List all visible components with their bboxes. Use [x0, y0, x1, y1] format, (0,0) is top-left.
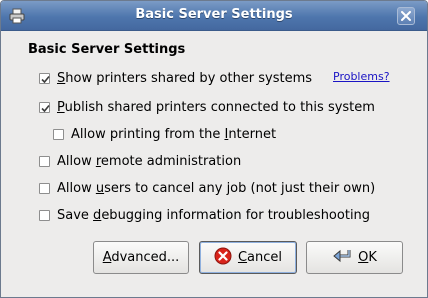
- checkbox-label-publish-printers: Publish shared printers connected to thi…: [57, 99, 375, 115]
- checkbox-users-cancel[interactable]: [39, 182, 50, 194]
- cancel-icon: [214, 247, 232, 269]
- checkbox-row-debugging[interactable]: Save debugging information for troublesh…: [39, 206, 370, 224]
- checkbox-row-users-cancel[interactable]: Allow users to cancel any job (not just …: [39, 179, 375, 197]
- checkbox-row-remote-admin[interactable]: Allow remote administration: [39, 152, 241, 170]
- checkbox-publish-printers[interactable]: [39, 101, 50, 113]
- checkbox-remote-admin[interactable]: [39, 155, 50, 167]
- checkbox-row-show-printers[interactable]: Show printers shared by other systems: [39, 69, 312, 87]
- advanced-button-label: Advanced...: [102, 250, 180, 265]
- advanced-button[interactable]: Advanced...: [93, 241, 189, 274]
- ok-button[interactable]: OK: [306, 241, 403, 274]
- section-heading: Basic Server Settings: [28, 42, 186, 57]
- dialog-content: Basic Server Settings Show printers shar…: [1, 32, 427, 297]
- cancel-button[interactable]: Cancel: [199, 241, 297, 274]
- checkbox-label-remote-admin: Allow remote administration: [57, 153, 242, 169]
- window-title: Basic Server Settings: [135, 7, 293, 22]
- close-icon[interactable]: [397, 7, 415, 25]
- cancel-button-label: Cancel: [237, 250, 283, 265]
- checkbox-debugging[interactable]: [39, 209, 50, 221]
- checkbox-allow-internet[interactable]: [53, 128, 64, 140]
- title-bar[interactable]: Basic Server Settings: [1, 1, 427, 31]
- checkbox-row-allow-internet[interactable]: Allow printing from the Internet: [53, 125, 276, 143]
- checkbox-label-debugging: Save debugging information for troublesh…: [57, 207, 371, 223]
- checkbox-label-users-cancel: Allow users to cancel any job (not just …: [57, 180, 376, 196]
- ok-button-label: OK: [358, 250, 377, 265]
- dialog-window: Basic Server Settings Basic Server Setti…: [0, 0, 428, 298]
- checkbox-label-show-printers: Show printers shared by other systems: [57, 70, 313, 86]
- ok-arrow-icon: [332, 248, 352, 268]
- checkbox-label-allow-internet: Allow printing from the Internet: [71, 126, 277, 142]
- checkbox-show-printers[interactable]: [39, 72, 50, 84]
- checkbox-row-publish-printers[interactable]: Publish shared printers connected to thi…: [39, 98, 375, 116]
- problems-link[interactable]: Problems?: [333, 70, 390, 83]
